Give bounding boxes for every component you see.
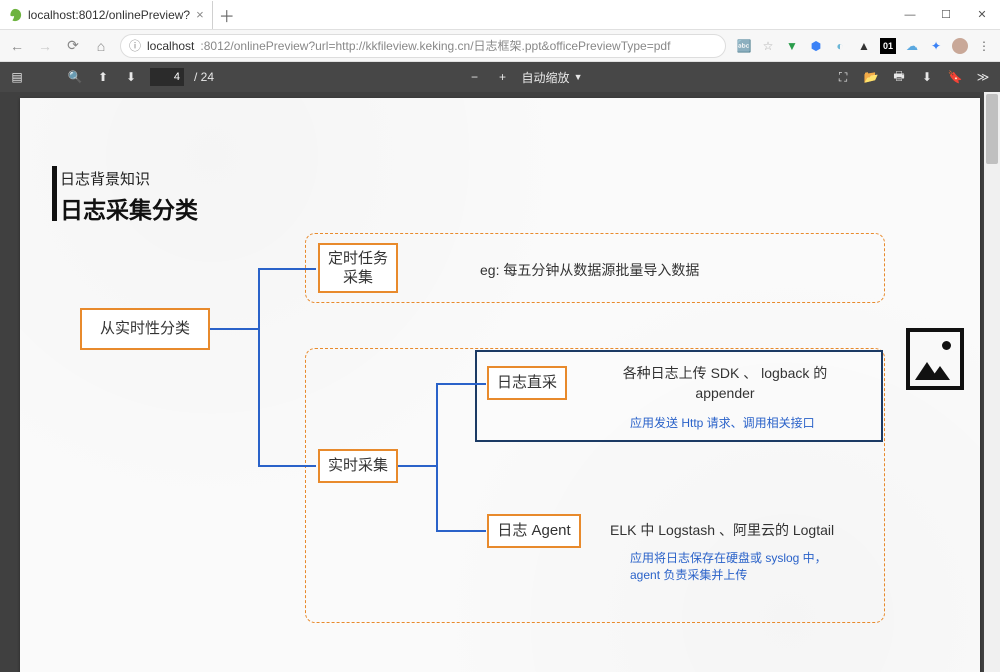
box-root: 从实时性分类	[80, 308, 210, 350]
open-icon[interactable]: 📂	[862, 68, 880, 86]
ext-icon-2[interactable]: ◐	[832, 38, 848, 54]
zoom-select[interactable]: 自动缩放 ▼	[522, 69, 583, 86]
avatar-icon[interactable]	[952, 38, 968, 54]
box-timed-l1: 定时任务	[328, 249, 388, 269]
translate-icon[interactable]: 🔤	[736, 38, 752, 54]
conn-h-direct	[436, 383, 486, 385]
bookmark-icon[interactable]: 🔖	[946, 68, 964, 86]
box-agent: 日志 Agent	[487, 514, 581, 548]
window-controls: — ☐ ✕	[892, 0, 1000, 30]
prev-page-icon[interactable]: ⬆	[94, 68, 112, 86]
presentation-icon[interactable]: ⛶	[834, 68, 852, 86]
shield-icon[interactable]: ▼	[784, 38, 800, 54]
conn-h-top	[258, 268, 316, 270]
home-button[interactable]: ⌂	[92, 37, 110, 55]
star-icon[interactable]: ☆	[760, 38, 776, 54]
browser-tab[interactable]: localhost:8012/onlinePreview? ×	[0, 1, 213, 29]
maximize-button[interactable]: ☐	[928, 0, 964, 30]
conn-v1	[258, 268, 260, 466]
box-timed: 定时任务 采集	[318, 243, 398, 293]
forward-button[interactable]: →	[36, 37, 54, 55]
tools-icon[interactable]: ≫	[974, 68, 992, 86]
url-host: localhost	[147, 39, 194, 53]
new-tab-button[interactable]: ＋	[213, 1, 241, 29]
agent-sub: 应用将日志保存在硬盘或 syslog 中， agent 负责采集并上传	[630, 550, 860, 584]
download-icon[interactable]: ⬇	[918, 68, 936, 86]
conn-v2	[436, 383, 438, 531]
print-icon[interactable]: 🖶	[890, 68, 908, 86]
box-realtime: 实时采集	[318, 449, 398, 483]
cloud-icon[interactable]: ☁	[904, 38, 920, 54]
tab-bar: localhost:8012/onlinePreview? × ＋	[0, 0, 241, 29]
scrollbar-vertical[interactable]	[984, 92, 1000, 672]
extension-icons: 🔤 ☆ ▼ ⬢ ◐ ▲ 01 ☁ ✦ ⋮	[736, 38, 992, 54]
ext-icon-3[interactable]: ▲	[856, 38, 872, 54]
tab-title: localhost:8012/onlinePreview?	[28, 8, 190, 22]
info-icon: ⓘ	[129, 37, 141, 54]
next-page-icon[interactable]: ⬇	[122, 68, 140, 86]
conn-h1	[210, 328, 260, 330]
menu-icon[interactable]: ⋮	[976, 38, 992, 54]
zoom-out-icon[interactable]: −	[466, 68, 484, 86]
slide-title: 日志采集分类	[60, 191, 198, 225]
conn-h-agent	[436, 530, 486, 532]
reload-button[interactable]: ⟳	[64, 37, 82, 55]
zoom-label: 自动缩放	[522, 69, 570, 86]
page-total: / 24	[194, 70, 214, 84]
close-window-button[interactable]: ✕	[964, 0, 1000, 30]
direct-sub: 应用发送 Http 请求、调用相关接口	[630, 414, 815, 431]
pdf-page: 日志背景知识 日志采集分类 从实时性分类 定时任务 采集 eg: 每五分钟从数据…	[20, 98, 980, 672]
box-direct: 日志直采	[487, 366, 567, 400]
slide-subtitle: 日志背景知识	[60, 168, 198, 189]
zoom-in-icon[interactable]: +	[494, 68, 512, 86]
pdf-toolbar: ▤ 🔍 ⬆ ⬇ / 24 − + 自动缩放 ▼ ⛶ 📂 🖶 ⬇ 🔖 ≫	[0, 62, 1000, 92]
back-button[interactable]: ←	[8, 37, 26, 55]
timed-example: eg: 每五分钟从数据源批量导入数据	[480, 260, 699, 280]
url-input[interactable]: ⓘ localhost :8012/onlinePreview?url=http:…	[120, 34, 726, 58]
header-bar	[52, 166, 57, 221]
chevron-down-icon: ▼	[574, 72, 583, 82]
url-path: :8012/onlinePreview?url=http://kkfilevie…	[200, 37, 670, 54]
direct-title: 各种日志上传 SDK 、 logback 的 appender	[595, 364, 855, 403]
conn-h2	[398, 465, 438, 467]
search-icon[interactable]: 🔍	[66, 68, 84, 86]
scrollbar-thumb[interactable]	[986, 94, 998, 164]
address-bar: ← → ⟳ ⌂ ⓘ localhost :8012/onlinePreview?u…	[0, 30, 1000, 62]
slide-header: 日志背景知识 日志采集分类	[60, 168, 198, 225]
image-placeholder-icon	[906, 328, 964, 390]
leaf-icon	[8, 8, 22, 22]
pdf-viewport[interactable]: 日志背景知识 日志采集分类 从实时性分类 定时任务 采集 eg: 每五分钟从数据…	[0, 92, 1000, 672]
sidebar-toggle-icon[interactable]: ▤	[8, 68, 26, 86]
minimize-button[interactable]: —	[892, 0, 928, 30]
box-timed-l2: 采集	[343, 268, 373, 288]
ext-icon-5[interactable]: ✦	[928, 38, 944, 54]
page-number-input[interactable]	[150, 68, 184, 86]
close-tab-icon[interactable]: ×	[196, 7, 204, 22]
conn-h-bot	[258, 465, 316, 467]
window-titlebar: localhost:8012/onlinePreview? × ＋ — ☐ ✕	[0, 0, 1000, 30]
ext-icon-4[interactable]: 01	[880, 38, 896, 54]
agent-title: ELK 中 Logstash 、阿里云的 Logtail	[610, 520, 834, 540]
ext-icon-1[interactable]: ⬢	[808, 38, 824, 54]
